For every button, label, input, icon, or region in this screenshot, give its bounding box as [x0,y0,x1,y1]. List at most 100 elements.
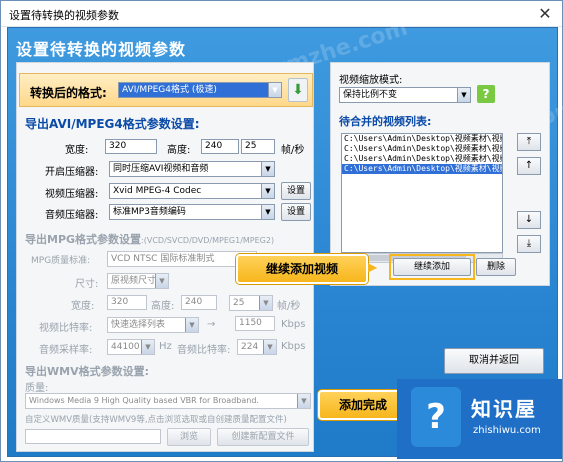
mpg-title: 导出MPG格式参数设置 [25,233,142,246]
format-select[interactable]: AVI/MPEG4格式 (极速) ▼ [118,82,282,98]
add-video-callout: 继续添加视频 [236,254,368,284]
mpg-fps-value: 25 [233,298,245,308]
title-bar: 设置待转换的视频参数 ✕ [1,1,562,27]
wmv-custom-label: 自定义WMV质量(支持WMV9等,点击浏览选取或自创建质量配置文件) [25,415,287,425]
mpg-width-input[interactable]: 320 [107,295,147,310]
zhishiwu-logo: ? 知识屋 zhishiwu.com [397,379,562,459]
chevron-down-icon: ▼ [268,83,281,97]
mpg-quality-select[interactable]: VCD NTSC 国际标准制式 [107,251,257,267]
mpg-quality-value: VCD NTSC 国际标准制式 [111,254,215,264]
video-codec-value: Xvid MPEG-4 Codec [113,186,202,196]
delete-button[interactable]: 删除 [476,258,516,276]
video-codec-select[interactable]: Xvid MPEG-4 Codec ▼ [109,183,275,199]
compressor-select[interactable]: 同时压缩AVI视频和音频 ▼ [109,161,275,177]
scale-mode-label: 视频缩放模式: [339,75,403,86]
size-value: 原视频尺寸 [111,276,157,286]
chevron-down-icon: ▼ [457,88,470,102]
audio-sample-unit: Hz [159,341,172,352]
audio-bitrate-select[interactable]: 224 ▼ [237,339,277,355]
wmv-quality-value: Windows Media 9 High Quality based VBR f… [29,396,259,405]
video-bitrate-unit: Kbps [281,319,306,330]
help-icon[interactable]: ? [477,85,495,103]
download-icon[interactable]: ⬇ [288,78,308,102]
chevron-down-icon: ▼ [261,184,274,198]
browse-button[interactable]: 浏览 [167,428,211,446]
move-top-icon[interactable]: ⤒ [517,133,541,151]
video-bitrate-input[interactable]: 1150 [235,316,275,331]
wmv-custom-path-input[interactable] [25,429,161,444]
add-done-callout: 添加完成 [318,390,408,420]
mpg-fps-unit: 帧/秒 [277,301,301,312]
wmv-quality-select[interactable]: Windows Media 9 High Quality based VBR f… [25,393,311,409]
compressor-label: 开启压缩器: [45,167,99,178]
mpg-height-label: 高度: [151,301,175,312]
mpg-section-title: 导出MPG格式参数设置:(VCD/SVCD/DVD/MPEG1/MPEG2) [25,231,274,247]
height-input[interactable]: 240 [201,139,239,154]
audio-bitrate-label: 音频比特率: [177,345,231,356]
chevron-down-icon: ▼ [259,296,272,310]
move-up-icon[interactable]: ↑ [517,157,541,175]
video-bitrate-select[interactable]: 快速选择列表 ▼ [107,317,199,333]
move-down-icon[interactable]: ↓ [517,211,541,229]
size-select[interactable]: 原视频尺寸 ▼ [107,273,169,289]
audio-codec-label: 音频压缩器: [45,210,99,221]
scale-mode-value: 保持比例不变 [343,90,398,100]
scale-mode-select[interactable]: 保持比例不变 ▼ [339,87,471,103]
move-bottom-icon[interactable]: ⤓ [517,235,541,253]
compressor-value: 同时压缩AVI视频和音频 [113,164,209,174]
audio-sample-label: 音频采样率: [39,345,93,356]
audio-codec-value: 标准MP3音频编码 [113,207,186,217]
video-settings-button[interactable]: 设置 [281,182,311,200]
wmv-quality-label: 质量: [25,383,49,394]
create-config-button[interactable]: 创建新配置文件 [217,428,309,446]
mpg-width-label: 宽度: [71,301,95,312]
chevron-down-icon: ▼ [185,318,198,332]
format-value: AVI/MPEG4格式 (极速) [122,85,217,95]
logo-title: 知识屋 [471,397,537,421]
video-bitrate-value: 快速选择列表 [111,320,166,330]
right-list-panel: 视频缩放模式: 保持比例不变 ▼ ? 待合并的视频列表: C:\Users\Adm… [330,62,550,286]
chevron-down-icon: ▼ [263,340,276,354]
size-label: 尺寸: [75,279,99,290]
height-label: 高度: [167,145,191,156]
list-item[interactable]: C:\Users\Admin\Desktop\视频素材\视频 [342,134,502,144]
audio-bitrate-unit: Kbps [281,341,306,352]
fps-unit: 帧/秒 [281,145,305,156]
fps-input[interactable]: 25 [241,139,275,154]
mpg-height-input[interactable]: 240 [181,295,217,310]
list-item[interactable]: C:\Users\Admin\Desktop\视频素材\视频 [342,144,502,154]
arrow-right-icon: → [207,319,216,330]
mpg-quality-label: MPG质量标准: [31,256,91,266]
format-bar: 转换后的格式: AVI/MPEG4格式 (极速) ▼ ⬇ [19,73,313,107]
video-bitrate-label: 视频比特率: [39,323,93,334]
video-list-title: 待合并的视频列表: [339,115,432,128]
wmv-section-title: 导出WMV格式参数设置: [25,365,149,378]
question-icon: ? [426,397,446,437]
chevron-down-icon: ▼ [261,205,274,219]
chevron-down-icon: ▼ [141,340,154,354]
avi-section-title: 导出AVI/MPEG4格式参数设置: [25,117,200,131]
list-item[interactable]: C:\Users\Admin\Desktop\视频素材\视频 [342,154,502,164]
audio-settings-button[interactable]: 设置 [281,203,311,221]
chevron-down-icon: ▼ [297,394,310,408]
width-input[interactable]: 320 [105,139,157,154]
logo-url: zhishiwu.com [473,425,541,436]
video-list[interactable]: C:\Users\Admin\Desktop\视频素材\视频 C:\Users\… [341,133,503,253]
page-title: 设置待转换的视频参数 [16,40,187,59]
width-label: 宽度: [65,145,89,156]
audio-codec-select[interactable]: 标准MP3音频编码 ▼ [109,204,275,220]
chevron-down-icon: ▼ [155,274,168,288]
audio-sample-select[interactable]: 44100 ▼ [107,339,155,355]
add-more-button[interactable]: 继续添加 [393,258,471,276]
dialog-window: 设置待转换的视频参数 ✕ 设置待转换的视频参数 www.wmzhe.com ww… [0,0,563,462]
chevron-down-icon: ▼ [261,162,274,176]
audio-sample-value: 44100 [111,342,140,352]
cancel-return-button[interactable]: 取消并返回 [444,348,544,374]
list-item-selected[interactable]: C:\Users\Admin\Desktop\视频素材\视频 [342,164,502,174]
format-label: 转换后的格式: [30,86,107,100]
video-codec-label: 视频压缩器: [45,189,99,200]
audio-bitrate-value: 224 [241,342,259,352]
close-icon[interactable]: ✕ [536,5,554,23]
mpg-fps-select[interactable]: 25 ▼ [229,295,273,311]
mpg-title-sub: :(VCD/SVCD/DVD/MPEG1/MPEG2) [141,236,275,245]
